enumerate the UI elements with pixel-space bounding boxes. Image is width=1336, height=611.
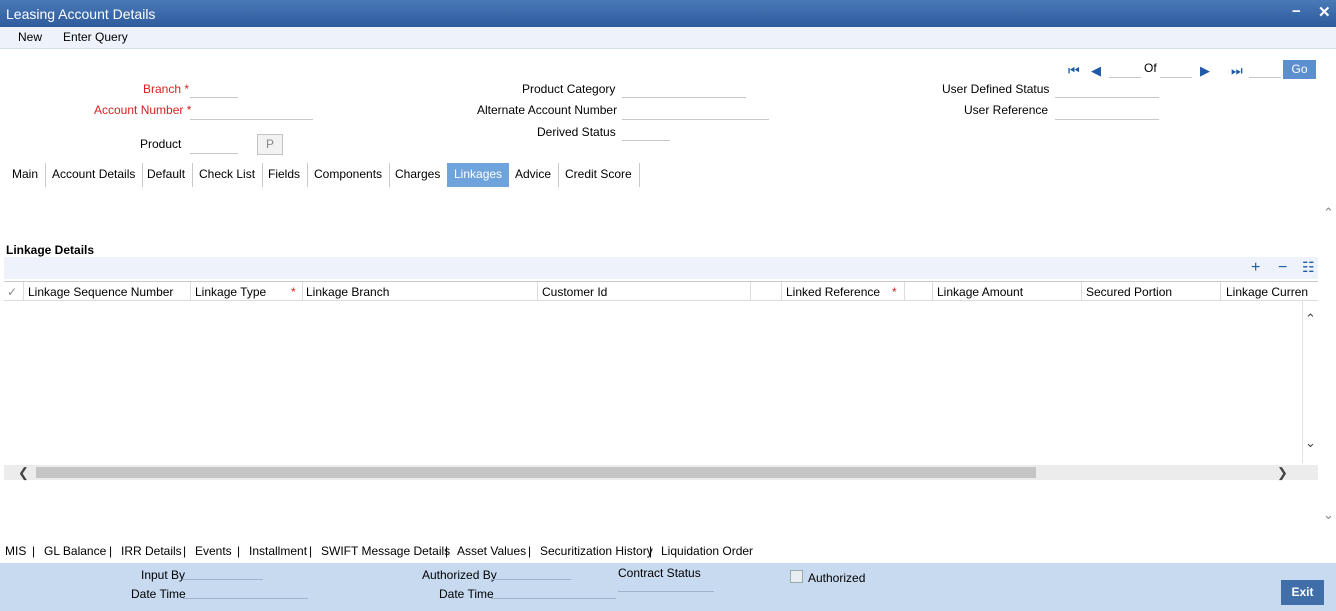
col-linkage-branch: Linkage Branch	[306, 285, 390, 299]
goto-record-input[interactable]	[1249, 60, 1281, 78]
derived-status-label: Derived Status	[537, 125, 616, 139]
exit-button[interactable]: Exit	[1281, 580, 1324, 605]
product-category-input[interactable]	[622, 80, 746, 98]
product-input[interactable]	[190, 136, 238, 154]
col-customer-id: Customer Id	[542, 285, 608, 299]
scroll-left-icon[interactable]: ❮	[18, 465, 29, 481]
user-defined-status-input[interactable]	[1055, 80, 1159, 98]
user-defined-status-label: User Defined Status	[942, 82, 1050, 96]
scroll-down-icon[interactable]: ⌄	[1305, 435, 1316, 451]
first-record-icon[interactable]: ⏮	[1068, 63, 1080, 79]
tab-components[interactable]: Components	[307, 163, 391, 187]
required-mark: *	[892, 285, 897, 299]
previous-record-icon[interactable]: ◀	[1091, 63, 1101, 79]
close-icon[interactable]: ✕	[1318, 3, 1331, 21]
product-label: Product	[140, 137, 182, 151]
tab-account-details[interactable]: Account Details	[45, 163, 144, 187]
total-records-input[interactable]	[1160, 60, 1192, 78]
col-linkage-amount: Linkage Amount	[937, 285, 1024, 299]
tab-linkages[interactable]: Linkages	[447, 163, 510, 187]
col-linkage-type: Linkage Type	[195, 285, 267, 299]
scroll-up-icon[interactable]: ⌃	[1305, 311, 1316, 327]
alternate-account-label: Alternate Account Number	[477, 103, 618, 117]
required-mark: *	[291, 285, 296, 299]
view-row-icon[interactable]: ☷	[1302, 259, 1315, 276]
authorized-checkbox[interactable]	[790, 570, 803, 583]
tab-credit-score[interactable]: Credit Score	[558, 163, 640, 187]
col-linked-reference: Linked Reference	[786, 285, 881, 299]
add-row-icon[interactable]: +	[1251, 259, 1260, 277]
authorized-date-time-value	[491, 587, 616, 599]
next-record-icon[interactable]: ▶	[1200, 63, 1210, 79]
delete-row-icon[interactable]: −	[1278, 259, 1287, 277]
last-record-icon[interactable]: ⏭	[1231, 63, 1243, 79]
scroll-right-icon[interactable]: ❯	[1277, 465, 1288, 481]
select-all-checkbox[interactable]: ✓	[7, 285, 17, 299]
product-category-label: Product Category	[522, 82, 616, 96]
link-securitization-history[interactable]: Securitization History	[540, 544, 653, 558]
link-gl-balance[interactable]: GL Balance	[44, 544, 106, 558]
tab-advice[interactable]: Advice	[508, 163, 560, 187]
tab-charges[interactable]: Charges	[388, 163, 449, 187]
title-bar: Leasing Account Details − ✕	[0, 0, 1336, 27]
linkage-details-title: Linkage Details	[6, 243, 95, 257]
user-reference-label: User Reference	[964, 103, 1049, 117]
of-label: Of	[1144, 61, 1157, 75]
branch-label: Branch *	[143, 82, 190, 96]
contract-status-value	[618, 580, 714, 592]
grid-header: ✓ Linkage Sequence Number Linkage Type *…	[4, 281, 1318, 302]
link-events[interactable]: Events	[195, 544, 232, 558]
date-time-value	[183, 587, 308, 599]
page-scroll-down-icon[interactable]: ⌄	[1323, 507, 1334, 523]
input-by-value	[183, 568, 263, 580]
page-vertical-scrollbar[interactable]: ⌃ ⌄	[1322, 197, 1336, 537]
new-menu-item[interactable]: New	[18, 30, 42, 44]
minimize-icon[interactable]: −	[1292, 3, 1301, 20]
col-secured-portion: Secured Portion	[1086, 285, 1173, 299]
page-scroll-up-icon[interactable]: ⌃	[1323, 205, 1334, 221]
link-liquidation-order[interactable]: Liquidation Order	[661, 544, 753, 558]
grid-toolbar	[4, 257, 1318, 279]
account-number-input[interactable]	[190, 102, 313, 120]
authorized-date-time-label: Date Time	[439, 587, 494, 601]
link-asset-values[interactable]: Asset Values	[457, 544, 526, 558]
subsystem-links: MIS | GL Balance | IRR Details | Events …	[5, 544, 754, 558]
tab-fields[interactable]: Fields	[261, 163, 309, 187]
tab-default[interactable]: Default	[140, 163, 194, 187]
derived-status-input[interactable]	[622, 123, 670, 141]
col-linkage-sequence: Linkage Sequence Number	[28, 285, 174, 299]
current-record-input[interactable]	[1109, 60, 1141, 78]
contract-status-label: Contract Status	[618, 566, 701, 580]
branch-input[interactable]	[190, 80, 238, 98]
input-by-label: Input By	[141, 568, 186, 582]
link-swift-message-details[interactable]: SWIFT Message Details	[321, 544, 450, 558]
grid-horizontal-scrollbar[interactable]: ❮ ❯	[4, 465, 1318, 480]
date-time-label: Date Time	[131, 587, 186, 601]
enter-query-menu-item[interactable]: Enter Query	[63, 30, 128, 44]
window-title: Leasing Account Details	[6, 6, 156, 22]
tab-main[interactable]: Main	[5, 163, 47, 187]
link-mis[interactable]: MIS	[5, 544, 26, 558]
go-button[interactable]: Go	[1283, 60, 1316, 79]
authorized-by-value	[491, 568, 571, 580]
horizontal-scroll-thumb[interactable]	[36, 467, 1036, 478]
grid-vertical-scrollbar[interactable]: ⌃ ⌄	[1302, 301, 1318, 463]
product-lookup-button[interactable]: P	[257, 134, 283, 155]
alternate-account-input[interactable]	[622, 102, 769, 120]
authorized-label: Authorized	[808, 571, 866, 585]
linkage-grid-body	[4, 301, 1302, 463]
menu-bar: New Enter Query	[0, 27, 1336, 49]
link-irr-details[interactable]: IRR Details	[121, 544, 182, 558]
col-linkage-currency: Linkage Curren	[1226, 285, 1309, 299]
tab-check-list[interactable]: Check List	[192, 163, 264, 187]
link-installment[interactable]: Installment	[249, 544, 307, 558]
account-number-label: Account Number *	[94, 103, 192, 117]
authorized-by-label: Authorized By	[422, 568, 497, 582]
user-reference-input[interactable]	[1055, 102, 1159, 120]
